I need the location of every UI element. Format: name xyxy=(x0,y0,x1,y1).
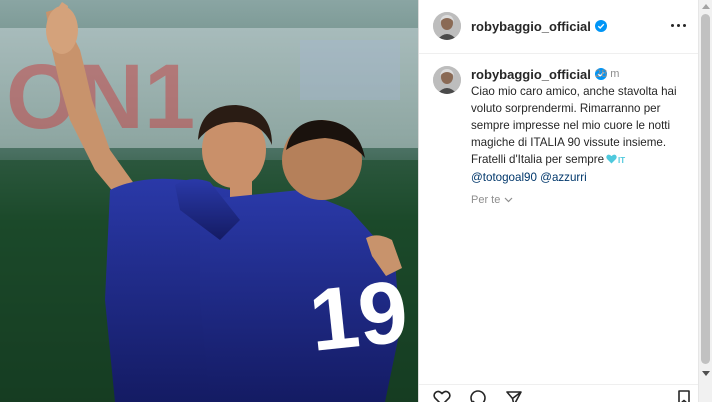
mention-link[interactable]: @azzurri xyxy=(540,171,587,184)
scroll-up-icon[interactable] xyxy=(702,4,710,9)
verified-badge-icon xyxy=(594,20,607,32)
more-options-icon[interactable] xyxy=(669,18,689,34)
scroll-down-icon[interactable] xyxy=(702,371,710,376)
post-time[interactable]: 28 m xyxy=(595,68,619,80)
comment-icon[interactable] xyxy=(469,389,487,402)
caption-username[interactable]: robybaggio_official xyxy=(471,67,607,82)
author-username[interactable]: robybaggio_official xyxy=(471,19,607,34)
save-icon[interactable] xyxy=(675,389,693,402)
post-photo[interactable]: ON1 19 xyxy=(0,0,418,402)
chevron-down-icon xyxy=(504,197,513,203)
action-bar xyxy=(419,384,699,402)
translation-label[interactable]: Per te xyxy=(471,194,500,206)
mention-link[interactable]: @totogoal90 xyxy=(471,171,537,184)
post-image: ON1 19 xyxy=(0,0,418,402)
heart-icon xyxy=(606,154,617,164)
author-avatar[interactable] xyxy=(433,12,461,40)
jersey-number: 19 xyxy=(305,261,413,370)
caption-line-last: Fratelli d'Italia per sempre IT xyxy=(471,151,693,169)
caption-line: Ciao mio caro amico, anche stavolta hai xyxy=(471,85,677,98)
translation-toggle[interactable]: Per te xyxy=(471,194,513,206)
caption-line: voluto sorprendermi. Rimarranno per xyxy=(471,102,661,115)
flag-it-emoji: IT xyxy=(618,156,626,165)
scrollbar[interactable] xyxy=(698,0,712,402)
caption-text: Ciao mio caro amico, anche stavolta hai … xyxy=(471,83,693,186)
caption-username-text[interactable]: robybaggio_official xyxy=(471,67,591,82)
post-header: robybaggio_official xyxy=(419,0,699,54)
caption-avatar[interactable] xyxy=(433,66,461,94)
instagram-post-modal: ON1 19 robybaggio_official robybaggio_of… xyxy=(0,0,712,402)
scrollbar-thumb[interactable] xyxy=(701,14,710,364)
caption-line: magiche di ITALIA 90 vissute insieme. xyxy=(471,136,667,149)
heart-icon[interactable] xyxy=(433,389,451,402)
author-username-text[interactable]: robybaggio_official xyxy=(471,19,591,34)
post-side-panel: robybaggio_official robybaggio_official … xyxy=(418,0,699,402)
caption-line: sempre impresse nel mio cuore le notti xyxy=(471,119,671,132)
share-icon[interactable] xyxy=(505,389,523,402)
caption-mentions: @totogoal90 @azzurri xyxy=(471,169,693,186)
caption-line-text: Fratelli d'Italia per sempre xyxy=(471,153,605,166)
